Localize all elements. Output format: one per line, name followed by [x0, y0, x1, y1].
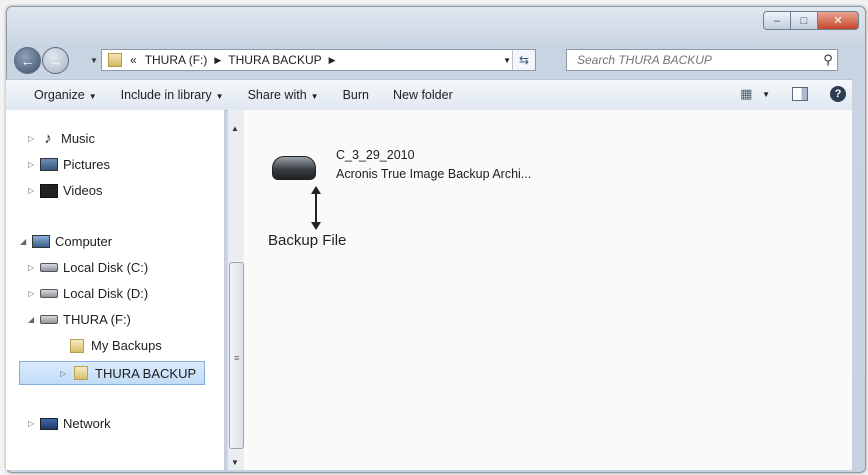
folder-icon	[70, 338, 84, 353]
navigation-pane: ▷ ♪ Music ▷ Pictures ▷ Videos ◢ Computer…	[6, 110, 225, 470]
navigation-scrollbar[interactable]: ▲ ≡ ▼	[227, 110, 244, 470]
backup-archive-icon[interactable]	[272, 156, 316, 180]
nav-item-videos[interactable]: ▷ Videos	[28, 183, 103, 198]
nav-label: Music	[61, 131, 95, 146]
disk-icon	[40, 263, 58, 272]
forward-arrow-icon: →	[48, 52, 63, 69]
file-name[interactable]: C_3_29_2010	[336, 148, 415, 162]
nav-item-my-backups[interactable]: My Backups	[66, 338, 162, 353]
nav-item-thura-f[interactable]: ◢ THURA (F:)	[28, 312, 131, 327]
close-button[interactable]: ✕	[817, 11, 859, 30]
nav-label: THURA (F:)	[63, 312, 131, 327]
disk-icon	[40, 289, 58, 298]
toolbar-right: ▦ ▼ ?	[740, 86, 846, 102]
nav-item-local-disk-d[interactable]: ▷ Local Disk (D:)	[28, 286, 148, 301]
scrollbar-thumb[interactable]: ≡	[229, 262, 244, 449]
expand-arrow-icon[interactable]: ▷	[60, 369, 70, 378]
nav-item-music[interactable]: ▷ ♪ Music	[28, 129, 95, 147]
file-type: Acronis True Image Backup Archi...	[336, 167, 532, 181]
change-view-icon[interactable]: ▦	[740, 86, 762, 102]
minimize-button[interactable]: –	[763, 11, 791, 30]
share-with-label: Share with	[247, 88, 307, 102]
command-bar: Organize ▼ Include in library ▼ Share with…	[6, 79, 852, 111]
breadcrumb-separator-icon[interactable]: ▶	[214, 55, 221, 66]
back-arrow-icon: ←	[20, 52, 35, 69]
include-in-library-menu[interactable]: Include in library ▼	[121, 88, 224, 102]
burn-button[interactable]: Burn	[343, 88, 369, 102]
refresh-icon: ⇆	[518, 53, 530, 67]
organize-menu[interactable]: Organize ▼	[34, 88, 97, 102]
chevron-down-icon: ▼	[88, 92, 97, 101]
file-list: C_3_29_2010 Acronis True Image Backup Ar…	[244, 110, 852, 470]
chevron-down-icon: ▼	[310, 92, 319, 101]
view-options-dropdown-icon[interactable]: ▼	[762, 90, 770, 99]
include-in-library-label: Include in library	[120, 88, 212, 102]
expand-arrow-icon[interactable]: ▷	[28, 134, 38, 143]
disk-icon	[40, 315, 58, 324]
breadcrumb-thura-f[interactable]: THURA (F:)	[145, 53, 208, 67]
expand-arrow-icon[interactable]: ▷	[28, 160, 38, 169]
nav-label: THURA BACKUP	[95, 365, 197, 381]
back-button[interactable]: ←	[14, 47, 41, 74]
search-icon[interactable]: ⚲	[819, 52, 837, 68]
new-folder-button[interactable]: New folder	[393, 88, 453, 102]
nav-label: Local Disk (D:)	[63, 286, 149, 301]
maximize-button[interactable]: □	[790, 11, 818, 30]
forward-button[interactable]: →	[42, 47, 69, 74]
nav-label: Pictures	[63, 157, 110, 172]
scroll-down-arrow-icon[interactable]: ▼	[231, 458, 239, 467]
annotation-label: Backup File	[268, 232, 347, 249]
nav-label: Computer	[55, 234, 113, 249]
chevron-down-icon: ▼	[215, 92, 224, 101]
caption-buttons: – □ ✕	[763, 11, 859, 30]
address-bar[interactable]: « THURA (F:) ▶ THURA BACKUP ▶ ▼ ⇆	[101, 49, 536, 71]
share-with-menu[interactable]: Share with ▼	[248, 88, 319, 102]
expand-arrow-icon[interactable]: ▷	[28, 263, 38, 272]
grip-icon: ≡	[234, 353, 240, 363]
pictures-icon	[40, 158, 58, 171]
nav-item-thura-backup[interactable]: ▷ THURA BACKUP	[19, 361, 205, 385]
nav-label: Local Disk (C:)	[63, 260, 149, 275]
help-icon[interactable]: ?	[830, 86, 846, 102]
collapse-arrow-icon[interactable]: ◢	[28, 315, 38, 324]
breadcrumb-overflow[interactable]: «	[130, 53, 137, 67]
nav-label: Videos	[63, 183, 103, 198]
nav-item-local-disk-c[interactable]: ▷ Local Disk (C:)	[28, 260, 148, 275]
nav-label: My Backups	[91, 338, 162, 353]
expand-arrow-icon[interactable]: ▷	[28, 289, 38, 298]
search-input[interactable]	[575, 52, 819, 68]
nav-item-network[interactable]: ▷ Network	[28, 416, 111, 431]
collapse-arrow-icon[interactable]: ◢	[20, 237, 30, 246]
music-note-icon: ♪	[44, 129, 52, 147]
refresh-button[interactable]: ⇆	[512, 50, 535, 70]
folder-icon	[108, 53, 122, 67]
scroll-up-arrow-icon[interactable]: ▲	[231, 124, 239, 133]
search-box[interactable]: ⚲	[566, 49, 838, 71]
expand-arrow-icon[interactable]: ▷	[28, 186, 38, 195]
breadcrumb-separator-icon[interactable]: ▶	[329, 55, 336, 66]
nav-label: Network	[63, 416, 111, 431]
folder-icon	[74, 366, 88, 380]
expand-arrow-icon[interactable]: ▷	[28, 419, 38, 428]
nav-item-pictures[interactable]: ▷ Pictures	[28, 157, 110, 172]
preview-pane-icon[interactable]	[792, 87, 808, 101]
recent-pages-dropdown[interactable]: ▼	[90, 56, 98, 65]
annotation-arrow-icon	[311, 186, 321, 230]
address-dropdown-icon[interactable]: ▼	[503, 56, 511, 65]
breadcrumb-thura-backup[interactable]: THURA BACKUP	[228, 53, 321, 67]
videos-icon	[40, 183, 58, 198]
nav-item-computer[interactable]: ◢ Computer	[20, 234, 112, 249]
computer-icon	[32, 235, 50, 248]
network-icon	[40, 417, 58, 430]
organize-label: Organize	[34, 88, 85, 102]
